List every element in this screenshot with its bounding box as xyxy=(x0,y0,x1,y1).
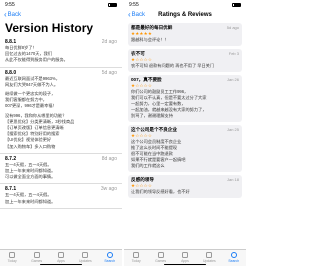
version-date: 2d ago xyxy=(101,39,117,45)
tab-apps[interactable]: Apps xyxy=(51,252,71,263)
search-icon xyxy=(230,252,237,258)
tab-label: Apps xyxy=(181,259,189,263)
nav-bar: ‹ Back Ratings & Reviews xyxy=(124,9,246,20)
tab-apps[interactable]: Apps xyxy=(175,252,195,263)
status-bar: 9:55 xyxy=(124,0,246,9)
review-date: Jan 26 xyxy=(226,77,239,82)
review-date: Jan 18 xyxy=(226,177,239,182)
review-card[interactable]: 都是最好的每日优鲜 5d ago ★★★★★ 跟越科与会评论！！ xyxy=(128,23,242,46)
tab-label: Apps xyxy=(57,259,65,263)
apps-icon xyxy=(181,252,188,258)
review-card[interactable]: 007，真不要脸 Jan 26 ★☆☆☆☆ 你们公司的鼓励员工工作996， 我们可以不认… xyxy=(128,75,242,122)
tab-games[interactable]: Games xyxy=(27,252,47,263)
home-indicator xyxy=(40,263,82,265)
tab-label: Search xyxy=(228,259,240,263)
review-date: 5d ago xyxy=(226,25,239,30)
review-body-line: 让我们的领导反感好看，也不好 xyxy=(131,189,190,194)
version-list: 8.8.1 2d ago 每日优鲜8岁了！ 回忆过去的1470天，我们 从此不仅能得到服… xyxy=(0,37,122,209)
version-note-line: 加上一年来来时间都知道。 xyxy=(5,198,56,204)
version-date: 8d ago xyxy=(101,155,117,162)
page-title: Version History xyxy=(5,21,94,35)
back-button[interactable]: Back xyxy=(132,12,145,18)
home-indicator xyxy=(164,263,206,265)
updates-icon xyxy=(82,252,89,258)
version-entry: 8.7.1 3w ago 五一4天假，五一4天假。 加上一年来来时间都知道。 xyxy=(0,184,122,209)
version-entry: 8.8.1 2d ago 每日优鲜8岁了！ 回忆过去的1470天，我们 从此不仅能得到服… xyxy=(0,37,122,68)
tab-updates[interactable]: Updates xyxy=(75,252,95,263)
version-note-line: 可以做全面全方面的事情。 xyxy=(5,174,56,180)
games-icon xyxy=(33,252,40,258)
tab-today[interactable]: Today xyxy=(2,252,22,263)
version-entry: 8.8.0 5d ago 最近互联网面试不是9963%， 网友们大哭847天做不为人。… xyxy=(0,68,122,154)
apps-icon xyxy=(57,252,64,258)
updates-icon xyxy=(206,252,213,258)
version-date: 3w ago xyxy=(100,186,117,193)
review-date: Jan 25 xyxy=(226,127,239,132)
nav-bar: ‹ Back xyxy=(0,9,122,20)
status-time: 9:55 xyxy=(5,1,15,8)
tab-updates[interactable]: Updates xyxy=(199,252,219,263)
today-icon xyxy=(133,252,140,258)
tab-label: Today xyxy=(7,259,17,263)
search-icon xyxy=(106,252,113,258)
chevron-left-icon[interactable]: ‹ xyxy=(128,10,131,19)
version-number: 8.7.2 xyxy=(5,155,17,162)
review-date: Feb 3 xyxy=(228,51,239,56)
version-history-screen: 9:55 ‹ Back Version History 8.8.1 2d ago 每… xyxy=(0,0,122,266)
tab-today[interactable]: Today xyxy=(126,252,146,263)
battery-icon xyxy=(232,2,241,7)
review-body-line: 跟越科与会评论！！ xyxy=(131,37,169,42)
tab-label: Today xyxy=(131,259,141,263)
tab-search[interactable]: Search xyxy=(224,252,244,263)
tab-label: Updates xyxy=(79,259,92,263)
battery-icon xyxy=(108,2,117,7)
tab-search[interactable]: Search xyxy=(100,252,120,263)
today-icon xyxy=(9,252,16,258)
review-body-line: 别骂了，谢谢理解支持 xyxy=(131,113,173,118)
review-card[interactable]: 这个公司是个不良企业 Jan 25 ★☆☆☆☆ 这个公司会员制度不良企业 推了这么长时间… xyxy=(128,125,242,172)
version-note-line: 从此不仅能得到服务用户的服务。 xyxy=(5,57,68,63)
version-note-line: 【加入购物车】多入口购物 xyxy=(5,143,56,149)
review-card[interactable]: 农不可 Feb 3 ★☆☆☆☆ 农不可知 退款有问题的 再也不用了 早日关门 xyxy=(128,49,242,72)
status-time: 9:55 xyxy=(129,1,139,8)
review-body-line: 农不可知 退款有问题的 再也不用了 早日关门 xyxy=(131,63,215,68)
version-number: 8.8.0 xyxy=(5,69,17,76)
tab-label: Games xyxy=(31,259,43,263)
games-icon xyxy=(157,252,164,258)
version-date: 5d ago xyxy=(101,69,117,76)
review-list: 都是最好的每日优鲜 5d ago ★★★★★ 跟越科与会评论！！ 农不可 Feb 3 ★☆☆… xyxy=(124,23,246,198)
ratings-reviews-screen: 9:55 ‹ Back Ratings & Reviews 都是最好的每日优鲜 5… xyxy=(124,0,246,266)
chevron-left-icon[interactable]: ‹ xyxy=(4,10,7,19)
tab-label: Updates xyxy=(203,259,216,263)
tab-label: Search xyxy=(104,259,116,263)
version-entry: 8.7.2 8d ago 五一4天假，五一4天假。 加上一年来来时间都知道。 可以做全面… xyxy=(0,154,122,185)
tab-games[interactable]: Games xyxy=(151,252,171,263)
status-bar: 9:55 xyxy=(0,0,122,9)
review-card[interactable]: 反感的领导 Jan 18 ★☆☆☆☆ 让我们的领导反感好看，也不好 xyxy=(128,175,242,198)
review-body-line: 我们的工作就这么 xyxy=(131,163,165,168)
back-button[interactable]: Back xyxy=(8,12,21,18)
tab-label: Games xyxy=(155,259,167,263)
